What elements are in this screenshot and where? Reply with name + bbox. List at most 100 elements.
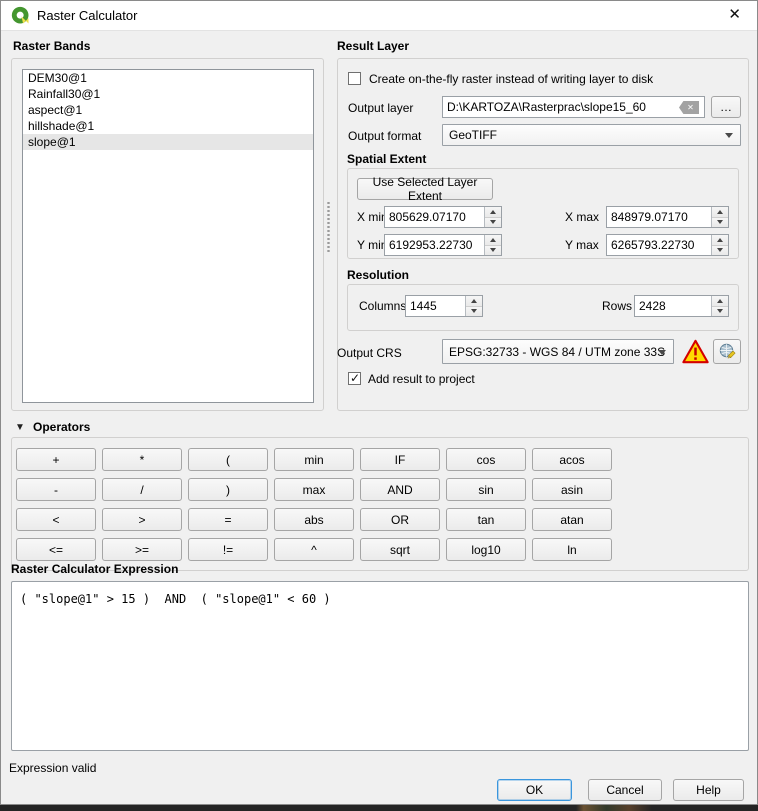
browse-output-button[interactable]: … <box>711 96 741 118</box>
rows-value: 2428 <box>635 296 711 316</box>
spin-up-icon <box>471 299 477 303</box>
rows-spinbox[interactable]: 2428 <box>634 295 729 317</box>
columns-spinner[interactable] <box>465 296 482 316</box>
xmin-spinner[interactable] <box>484 207 501 227</box>
operator-button[interactable]: AND <box>360 478 440 501</box>
panel-splitter-handle[interactable] <box>326 201 331 253</box>
ymax-label: Y max <box>565 238 599 252</box>
operator-button[interactable]: + <box>16 448 96 471</box>
globe-crs-icon <box>719 343 736 360</box>
operators-heading: Operators <box>33 420 90 434</box>
output-layer-label: Output layer <box>348 101 413 115</box>
operator-button[interactable]: IF <box>360 448 440 471</box>
operator-button[interactable]: >= <box>102 538 182 561</box>
help-button[interactable]: Help <box>673 779 744 801</box>
operator-button[interactable]: != <box>188 538 268 561</box>
ymax-spinbox[interactable]: 6265793.22730 <box>606 234 729 256</box>
chevron-down-icon <box>725 133 733 138</box>
operator-button[interactable]: ^ <box>274 538 354 561</box>
onfly-raster-checkbox[interactable] <box>348 72 361 85</box>
spin-down-icon <box>490 248 496 252</box>
operator-button[interactable]: log10 <box>446 538 526 561</box>
operator-button[interactable]: sin <box>446 478 526 501</box>
operator-button[interactable]: - <box>16 478 96 501</box>
rows-spinner[interactable] <box>711 296 728 316</box>
spin-up-icon <box>717 238 723 242</box>
operator-button[interactable]: tan <box>446 508 526 531</box>
ymin-value: 6192953.22730 <box>385 235 484 255</box>
ymax-spinner[interactable] <box>711 235 728 255</box>
operator-button[interactable]: abs <box>274 508 354 531</box>
operator-button[interactable]: ( <box>188 448 268 471</box>
xmax-spinbox[interactable]: 848979.07170 <box>606 206 729 228</box>
output-layer-value: D:\KARTOZA\Rasterprac\slope15_60 <box>447 100 646 114</box>
select-crs-button[interactable] <box>713 339 741 364</box>
use-selected-layer-extent-button[interactable]: Use Selected Layer Extent <box>357 178 493 200</box>
operator-button[interactable]: * <box>102 448 182 471</box>
operator-button[interactable]: OR <box>360 508 440 531</box>
expression-heading: Raster Calculator Expression <box>11 562 178 576</box>
desktop-background-strip <box>0 805 758 811</box>
operator-button[interactable]: min <box>274 448 354 471</box>
raster-calculator-window: Raster Calculator ✕ Raster Bands DEM30@1… <box>0 0 758 811</box>
spin-down-icon <box>717 309 723 313</box>
operators-grid: + * ( min IF cos acos - / ) max AND sin … <box>16 448 612 561</box>
close-icon[interactable]: ✕ <box>728 7 741 22</box>
output-crs-select[interactable]: EPSG:32733 - WGS 84 / UTM zone 33S <box>442 339 674 364</box>
output-layer-input[interactable]: D:\KARTOZA\Rasterprac\slope15_60 ✕ <box>442 96 705 118</box>
xmin-value: 805629.07170 <box>385 207 484 227</box>
operator-button[interactable]: atan <box>532 508 612 531</box>
raster-band-item[interactable]: hillshade@1 <box>23 118 313 134</box>
expression-status: Expression valid <box>9 761 96 775</box>
operator-button[interactable]: max <box>274 478 354 501</box>
window-title: Raster Calculator <box>37 8 137 23</box>
operator-button[interactable]: < <box>16 508 96 531</box>
result-layer-heading: Result Layer <box>337 39 409 53</box>
operator-button[interactable]: = <box>188 508 268 531</box>
raster-bands-list[interactable]: DEM30@1 Rainfall30@1 aspect@1 hillshade@… <box>22 69 314 403</box>
raster-band-item[interactable]: Rainfall30@1 <box>23 86 313 102</box>
operator-button[interactable]: ln <box>532 538 612 561</box>
ymin-spinner[interactable] <box>484 235 501 255</box>
onfly-raster-checkbox-label: Create on-the-fly raster instead of writ… <box>369 72 653 86</box>
spin-up-icon <box>490 210 496 214</box>
output-crs-label: Output CRS <box>337 346 402 360</box>
columns-spinbox[interactable]: 1445 <box>405 295 483 317</box>
ymax-value: 6265793.22730 <box>607 235 711 255</box>
add-result-checkbox[interactable] <box>348 372 361 385</box>
xmax-spinner[interactable] <box>711 207 728 227</box>
ok-button[interactable]: OK <box>497 779 572 801</box>
operator-button[interactable]: cos <box>446 448 526 471</box>
qgis-logo-icon <box>11 6 31 26</box>
operator-button[interactable]: ) <box>188 478 268 501</box>
raster-calculator-dialog: Raster Calculator ✕ Raster Bands DEM30@1… <box>0 0 758 805</box>
rows-label: Rows <box>602 299 632 313</box>
title-bar[interactable]: Raster Calculator ✕ <box>1 1 757 31</box>
xmax-value: 848979.07170 <box>607 207 711 227</box>
columns-value: 1445 <box>406 296 465 316</box>
operator-button[interactable]: > <box>102 508 182 531</box>
clear-input-icon[interactable]: ✕ <box>679 101 699 114</box>
operator-button[interactable]: acos <box>532 448 612 471</box>
ymin-spinbox[interactable]: 6192953.22730 <box>384 234 502 256</box>
output-format-value: GeoTIFF <box>449 128 497 142</box>
xmax-label: X max <box>565 210 599 224</box>
raster-bands-heading: Raster Bands <box>13 39 90 53</box>
raster-band-item[interactable]: aspect@1 <box>23 102 313 118</box>
output-format-select[interactable]: GeoTIFF <box>442 124 741 146</box>
operators-collapse-icon[interactable]: ▼ <box>15 422 25 433</box>
cancel-button[interactable]: Cancel <box>588 779 662 801</box>
crs-warning-icon <box>682 339 709 364</box>
columns-label: Columns <box>359 299 406 313</box>
spin-up-icon <box>717 210 723 214</box>
raster-band-item-selected[interactable]: slope@1 <box>23 134 313 150</box>
output-format-label: Output format <box>348 129 421 143</box>
expression-editor[interactable]: ( "slope@1" > 15 ) AND ( "slope@1" < 60 … <box>11 581 749 751</box>
xmin-spinbox[interactable]: 805629.07170 <box>384 206 502 228</box>
raster-band-item[interactable]: DEM30@1 <box>23 70 313 86</box>
operator-button[interactable]: <= <box>16 538 96 561</box>
operator-button[interactable]: / <box>102 478 182 501</box>
spin-up-icon <box>490 238 496 242</box>
operator-button[interactable]: sqrt <box>360 538 440 561</box>
operator-button[interactable]: asin <box>532 478 612 501</box>
